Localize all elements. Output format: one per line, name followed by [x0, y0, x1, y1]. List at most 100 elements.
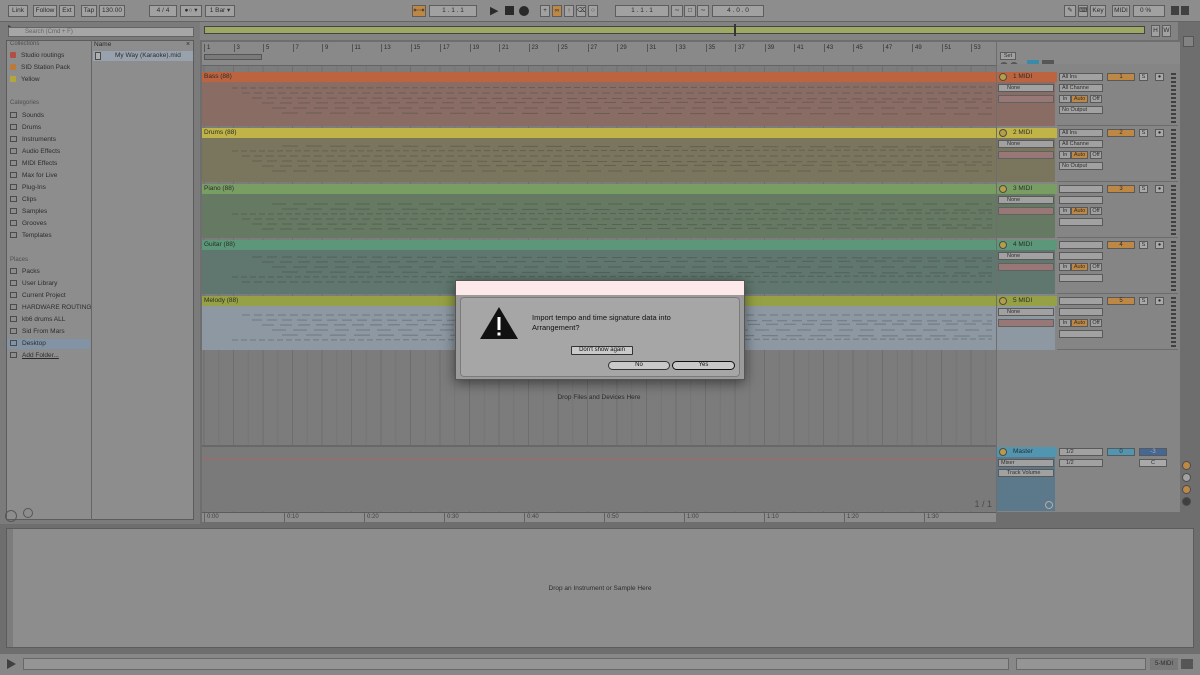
arrangement-track[interactable]: Drums (88)	[202, 128, 996, 182]
collection-item-sid-station-pack[interactable]: SID Station Pack	[10, 63, 70, 73]
browser-file-item[interactable]: My Way (Karaoke).mid	[93, 51, 193, 61]
place-user-library[interactable]: User Library	[10, 279, 57, 289]
master-mixer-select[interactable]: Mixer	[998, 459, 1054, 467]
arrangement-loop-icon[interactable]	[1182, 461, 1191, 470]
category-drums[interactable]: Drums	[10, 123, 41, 133]
midi-clip-notes[interactable]	[202, 194, 996, 238]
device-select[interactable]: None	[998, 196, 1054, 204]
play-icon[interactable]: ▶	[490, 5, 498, 17]
computer-keyboard-icon[interactable]: ⌨	[1078, 5, 1088, 17]
loop-length-field[interactable]: 4 . 0 . 0	[712, 5, 764, 17]
song-position-field[interactable]: 1 . 1 . 1	[429, 5, 477, 17]
punch-in-icon[interactable]: ∼	[671, 5, 683, 17]
device-select[interactable]: None	[998, 84, 1054, 92]
master-pan-field[interactable]: C	[1139, 459, 1167, 467]
device-select[interactable]: None	[998, 308, 1054, 316]
tempo-field[interactable]: 130.00	[99, 5, 125, 17]
collection-item-yellow[interactable]: Yellow	[10, 75, 40, 85]
add-icon[interactable]	[1045, 501, 1053, 509]
detail-toggle-icon[interactable]	[1181, 659, 1193, 669]
fold-icon[interactable]	[999, 448, 1007, 456]
master-track-lane[interactable]: 1 / 1	[202, 445, 996, 511]
category-plug-ins[interactable]: Plug-Ins	[10, 183, 46, 193]
info-toggle[interactable]	[1183, 36, 1194, 47]
time-signature-field[interactable]: 4 / 4	[149, 5, 177, 17]
category-audio-effects[interactable]: Audio Effects	[10, 147, 60, 157]
quantize-menu[interactable]: 1 Bar ▾	[205, 5, 235, 17]
metronome-button[interactable]: ●○ ▾	[180, 5, 202, 17]
category-grooves[interactable]: Grooves	[10, 219, 47, 229]
name-column-header[interactable]: Name	[94, 41, 111, 48]
add-folder-link[interactable]: Add Folder...	[10, 351, 59, 361]
beat-time-ruler[interactable]: 1 3 5 7 9 11 13 15 17 19 21 23 25 27 29 31 33 35 37 39 41 43 4…	[202, 42, 996, 66]
overview-h-button[interactable]: H	[1151, 25, 1160, 37]
loop-start-field[interactable]: 1 . 1 . 1	[615, 5, 669, 17]
record-icon[interactable]	[519, 6, 529, 16]
clip-header[interactable]: Guitar (88)	[202, 240, 996, 250]
close-icon[interactable]: ×	[186, 41, 190, 48]
category-samples[interactable]: Samples	[10, 207, 47, 217]
midi-clip-notes[interactable]	[202, 82, 996, 126]
follow-arrangement-button[interactable]: ⇤⇥	[412, 5, 426, 17]
hide-browser-icon[interactable]	[5, 510, 17, 522]
automation-slot[interactable]	[998, 151, 1054, 159]
category-sounds[interactable]: Sounds	[10, 111, 44, 121]
draw-mode-icon[interactable]: ✎	[1064, 5, 1076, 17]
punch-out-icon[interactable]: ∼	[697, 5, 709, 17]
place-desktop[interactable]: Desktop	[7, 339, 90, 349]
preview-icon[interactable]	[23, 508, 33, 518]
mixer-toggle-icon[interactable]	[1182, 497, 1191, 506]
place-hardware-routing[interactable]: HARDWARE ROUTING	[10, 303, 91, 313]
back-to-arrangement-icon[interactable]: ↑	[564, 5, 574, 17]
fold-icon[interactable]	[999, 297, 1007, 305]
place-sid-from-mars[interactable]: Sid From Mars	[10, 327, 65, 337]
category-midi-effects[interactable]: MIDI Effects	[10, 159, 57, 169]
category-clips[interactable]: Clips	[10, 195, 36, 205]
category-max-for-live[interactable]: Max for Live	[10, 171, 57, 181]
set-locator-button[interactable]: Set	[1000, 52, 1016, 60]
tap-tempo-button[interactable]: Tap	[81, 5, 97, 17]
ext-sync-button[interactable]: Ext	[59, 5, 75, 17]
overview-w-button[interactable]: W	[1162, 25, 1171, 37]
automation-slot[interactable]	[998, 319, 1054, 327]
master-automation-select[interactable]: Track Volume	[998, 469, 1054, 477]
session-record-icon[interactable]: ○	[588, 5, 598, 17]
overdub-icon[interactable]: +	[540, 5, 550, 17]
stop-icon[interactable]	[505, 6, 514, 15]
yes-button[interactable]: Yes	[672, 361, 735, 370]
automation-slot[interactable]	[998, 263, 1054, 271]
fold-icon[interactable]	[999, 73, 1007, 81]
midi-clip-notes[interactable]	[202, 138, 996, 182]
clip-header[interactable]: Piano (88)	[202, 184, 996, 194]
collection-item-studio-routings[interactable]: Studio routings	[10, 51, 64, 61]
loop-brace[interactable]	[204, 54, 262, 60]
returns-toggle-icon[interactable]	[1182, 485, 1191, 494]
dont-show-again-button[interactable]: Don't show again	[571, 346, 633, 355]
detail-view[interactable]: Drop an Instrument or Sample Here	[6, 528, 1194, 648]
device-select[interactable]: None	[998, 140, 1054, 148]
loop-switch-icon[interactable]: □	[684, 5, 696, 17]
clip-header[interactable]: Drums (88)	[202, 128, 996, 138]
place-packs[interactable]: Packs	[10, 267, 40, 277]
follow-button[interactable]: Follow	[33, 5, 57, 17]
io-toggle-icon[interactable]	[1182, 473, 1191, 482]
no-button[interactable]: No	[608, 361, 670, 370]
automation-slot[interactable]	[998, 95, 1054, 103]
category-instruments[interactable]: Instruments	[10, 135, 56, 145]
automation-slot[interactable]	[998, 207, 1054, 215]
arrangement-track[interactable]: Piano (88)	[202, 184, 996, 238]
master-cue-select[interactable]: 1/2	[1059, 448, 1103, 456]
automation-arm-icon[interactable]: ∞	[552, 5, 562, 17]
arrangement-overview[interactable]: H W	[200, 22, 1178, 40]
expand-icon[interactable]	[5, 658, 17, 670]
fold-icon[interactable]	[999, 185, 1007, 193]
fold-icon[interactable]	[999, 129, 1007, 137]
device-select[interactable]: None	[998, 252, 1054, 260]
capture-icon[interactable]: ⌫	[576, 5, 586, 17]
category-templates[interactable]: Templates	[10, 231, 52, 241]
link-button[interactable]: Link	[8, 5, 28, 17]
dialog-titlebar[interactable]	[456, 281, 744, 295]
browser-search-input[interactable]: Search (Cmd + F)	[8, 27, 194, 37]
master-output-select[interactable]: 1/2	[1059, 459, 1103, 467]
fold-icon[interactable]	[999, 241, 1007, 249]
